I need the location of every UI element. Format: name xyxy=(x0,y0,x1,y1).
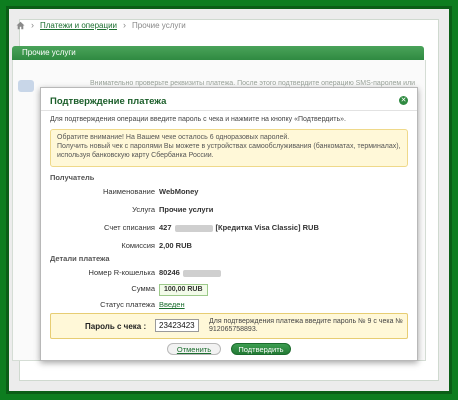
name-value: WebMoney xyxy=(159,187,199,196)
service-label: Услуга xyxy=(132,205,155,214)
account-label: Счет списания xyxy=(104,223,155,232)
fee-value: 2,00 RUB xyxy=(159,241,192,250)
status-value-wrap: Введен xyxy=(159,300,185,309)
amount-value-wrap: 100,00 RUB xyxy=(159,284,208,296)
chevron-right-icon: › xyxy=(31,20,34,30)
confirmation-dialog: Подтверждение платежа ✕ Для подтверждени… xyxy=(40,87,418,361)
password-panel: Пароль с чека : 23423423 Для подтвержден… xyxy=(50,313,408,339)
field-row-status: Статус платежа Введен xyxy=(41,300,417,312)
breadcrumb-link-payments[interactable]: Платежи и операции xyxy=(40,21,117,30)
account-suffix: [Кредитка Visa Classic] RUB xyxy=(215,223,319,232)
amount-label: Сумма xyxy=(131,284,155,293)
account-value: 427 [Кредитка Visa Classic] RUB xyxy=(159,223,319,232)
status-value[interactable]: Введен xyxy=(159,300,185,309)
notice-line-3: используя банковскую карту Сбербанка Рос… xyxy=(57,152,214,159)
notice-line-2: Получить новый чек с паролями Вы можете … xyxy=(57,143,401,150)
field-row-name: Наименование WebMoney xyxy=(41,187,417,199)
panel-title: Прочие услуги xyxy=(12,46,424,60)
dialog-instruction: Для подтверждения операции введите парол… xyxy=(50,116,346,123)
amount-value: 100,00 RUB xyxy=(159,284,208,296)
details-section-title: Детали платежа xyxy=(50,254,110,263)
service-logo xyxy=(18,80,34,92)
password-input[interactable]: 23423423 xyxy=(155,319,199,332)
notice-box: Обратите внимание! На Вашем чеке осталос… xyxy=(50,129,408,167)
fee-label: Комиссия xyxy=(121,241,155,250)
divider xyxy=(41,110,417,111)
notice-line-1: Обратите внимание! На Вашем чеке осталос… xyxy=(57,134,290,141)
masked-digits xyxy=(182,269,221,277)
password-hint: Для подтверждения платежа введите пароль… xyxy=(209,318,403,333)
wallet-prefix: 80246 xyxy=(159,268,180,277)
home-icon[interactable] xyxy=(16,21,25,30)
field-row-fee: Комиссия 2,00 RUB xyxy=(41,241,417,253)
cancel-button[interactable]: Отменить xyxy=(167,343,221,355)
breadcrumb-current: Прочие услуги xyxy=(132,20,186,30)
breadcrumb: › Платежи и операции › Прочие услуги xyxy=(16,18,186,32)
recipient-section-title: Получатель xyxy=(50,173,95,182)
wallet-value: 80246 xyxy=(159,268,224,277)
masked-digits xyxy=(174,224,213,232)
background-warning-text: Внимательно проверьте реквизиты платежа.… xyxy=(90,80,416,87)
field-row-amount: Сумма 100,00 RUB xyxy=(41,284,417,296)
service-value: Прочие услуги xyxy=(159,205,214,214)
field-row-wallet: Номер R-кошелька 80246 xyxy=(41,268,417,280)
dialog-title: Подтверждение платежа xyxy=(50,96,167,107)
wallet-label: Номер R-кошелька xyxy=(88,268,155,277)
field-row-service: Услуга Прочие услуги xyxy=(41,205,417,217)
status-label: Статус платежа xyxy=(100,300,155,309)
confirm-button[interactable]: Подтвердить xyxy=(231,343,291,355)
account-prefix: 427 xyxy=(159,223,172,232)
field-row-account: Счет списания 427 [Кредитка Visa Classic]… xyxy=(41,223,417,235)
password-label: Пароль с чека : xyxy=(85,322,147,331)
chevron-right-icon: › xyxy=(123,20,127,30)
name-label: Наименование xyxy=(103,187,155,196)
close-icon[interactable]: ✕ xyxy=(399,96,408,105)
